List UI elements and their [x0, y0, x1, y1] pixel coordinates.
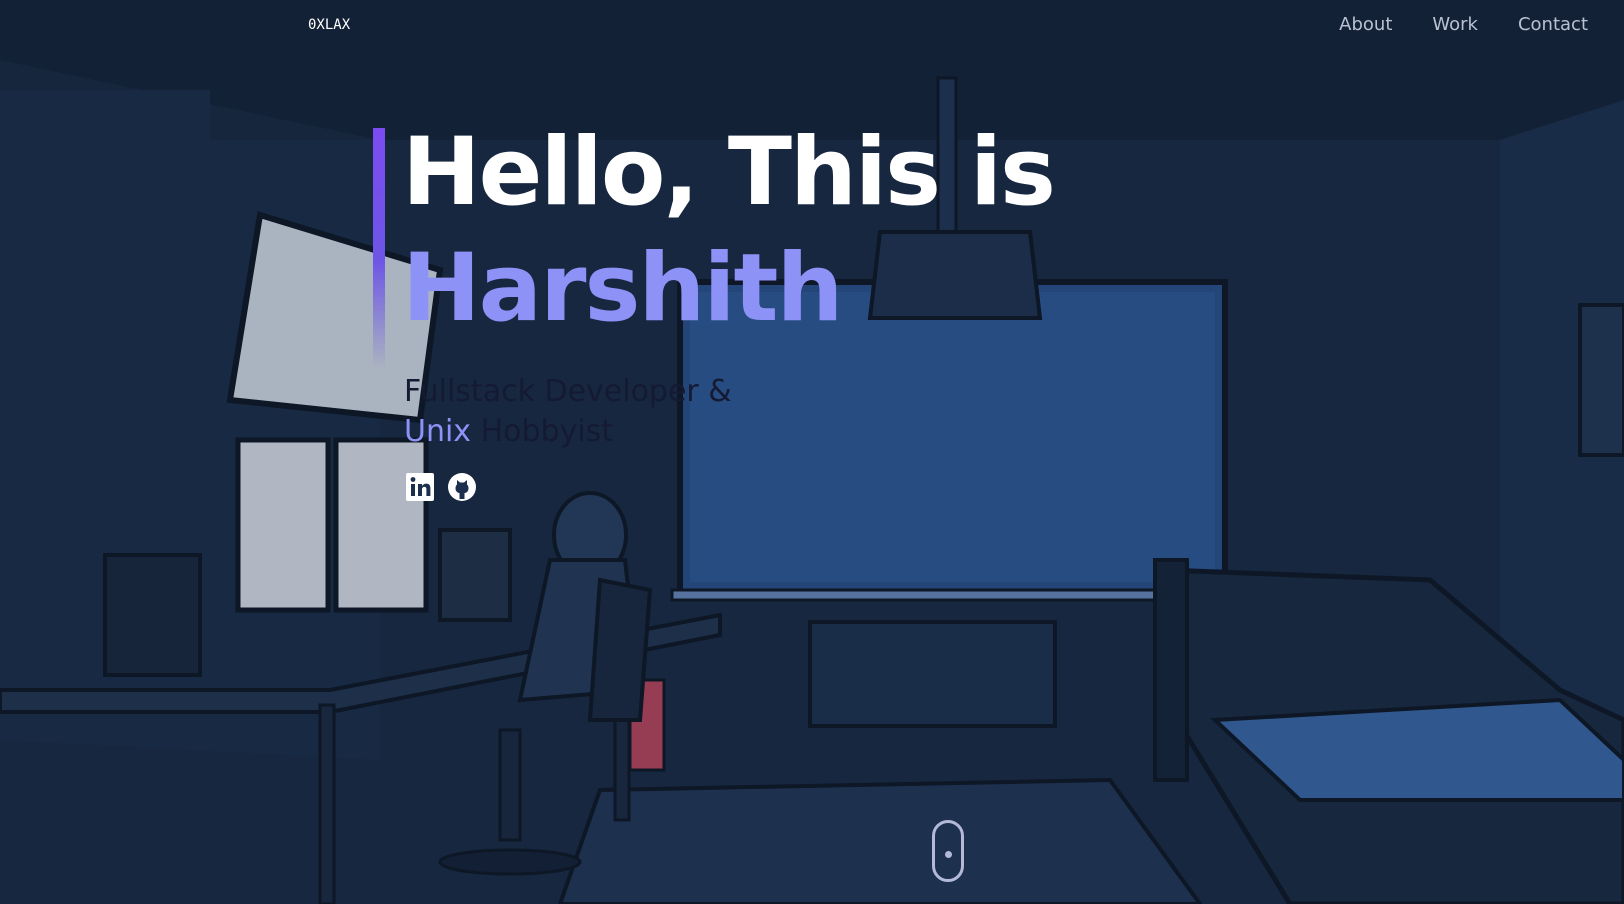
site-logo[interactable]: 0XLAX — [308, 17, 350, 33]
subtitle-accent-word: Unix — [404, 414, 472, 449]
nav-link-about[interactable]: About — [1339, 14, 1392, 35]
github-icon[interactable] — [447, 472, 477, 502]
scroll-dot — [945, 851, 952, 858]
hero-name: Harshith — [402, 234, 843, 343]
subtitle-rest: Hobbyist — [471, 414, 614, 449]
hero-subtitle: Fullstack Developer & Unix Hobbyist — [404, 372, 732, 452]
scroll-down-indicator[interactable] — [932, 820, 964, 882]
subtitle-line-1: Fullstack Developer & — [404, 374, 732, 409]
nav-menu: About Work Contact — [1339, 14, 1588, 35]
linkedin-icon[interactable] — [405, 472, 435, 502]
social-links — [405, 472, 477, 502]
hero-greeting: Hello, This is — [402, 118, 1056, 227]
top-navigation: 0XLAX About Work Contact — [0, 0, 1624, 54]
hero-accent-bar — [373, 128, 385, 368]
nav-link-contact[interactable]: Contact — [1518, 14, 1588, 35]
subtitle-line-2: Unix Hobbyist — [404, 412, 732, 452]
nav-link-work[interactable]: Work — [1432, 14, 1478, 35]
